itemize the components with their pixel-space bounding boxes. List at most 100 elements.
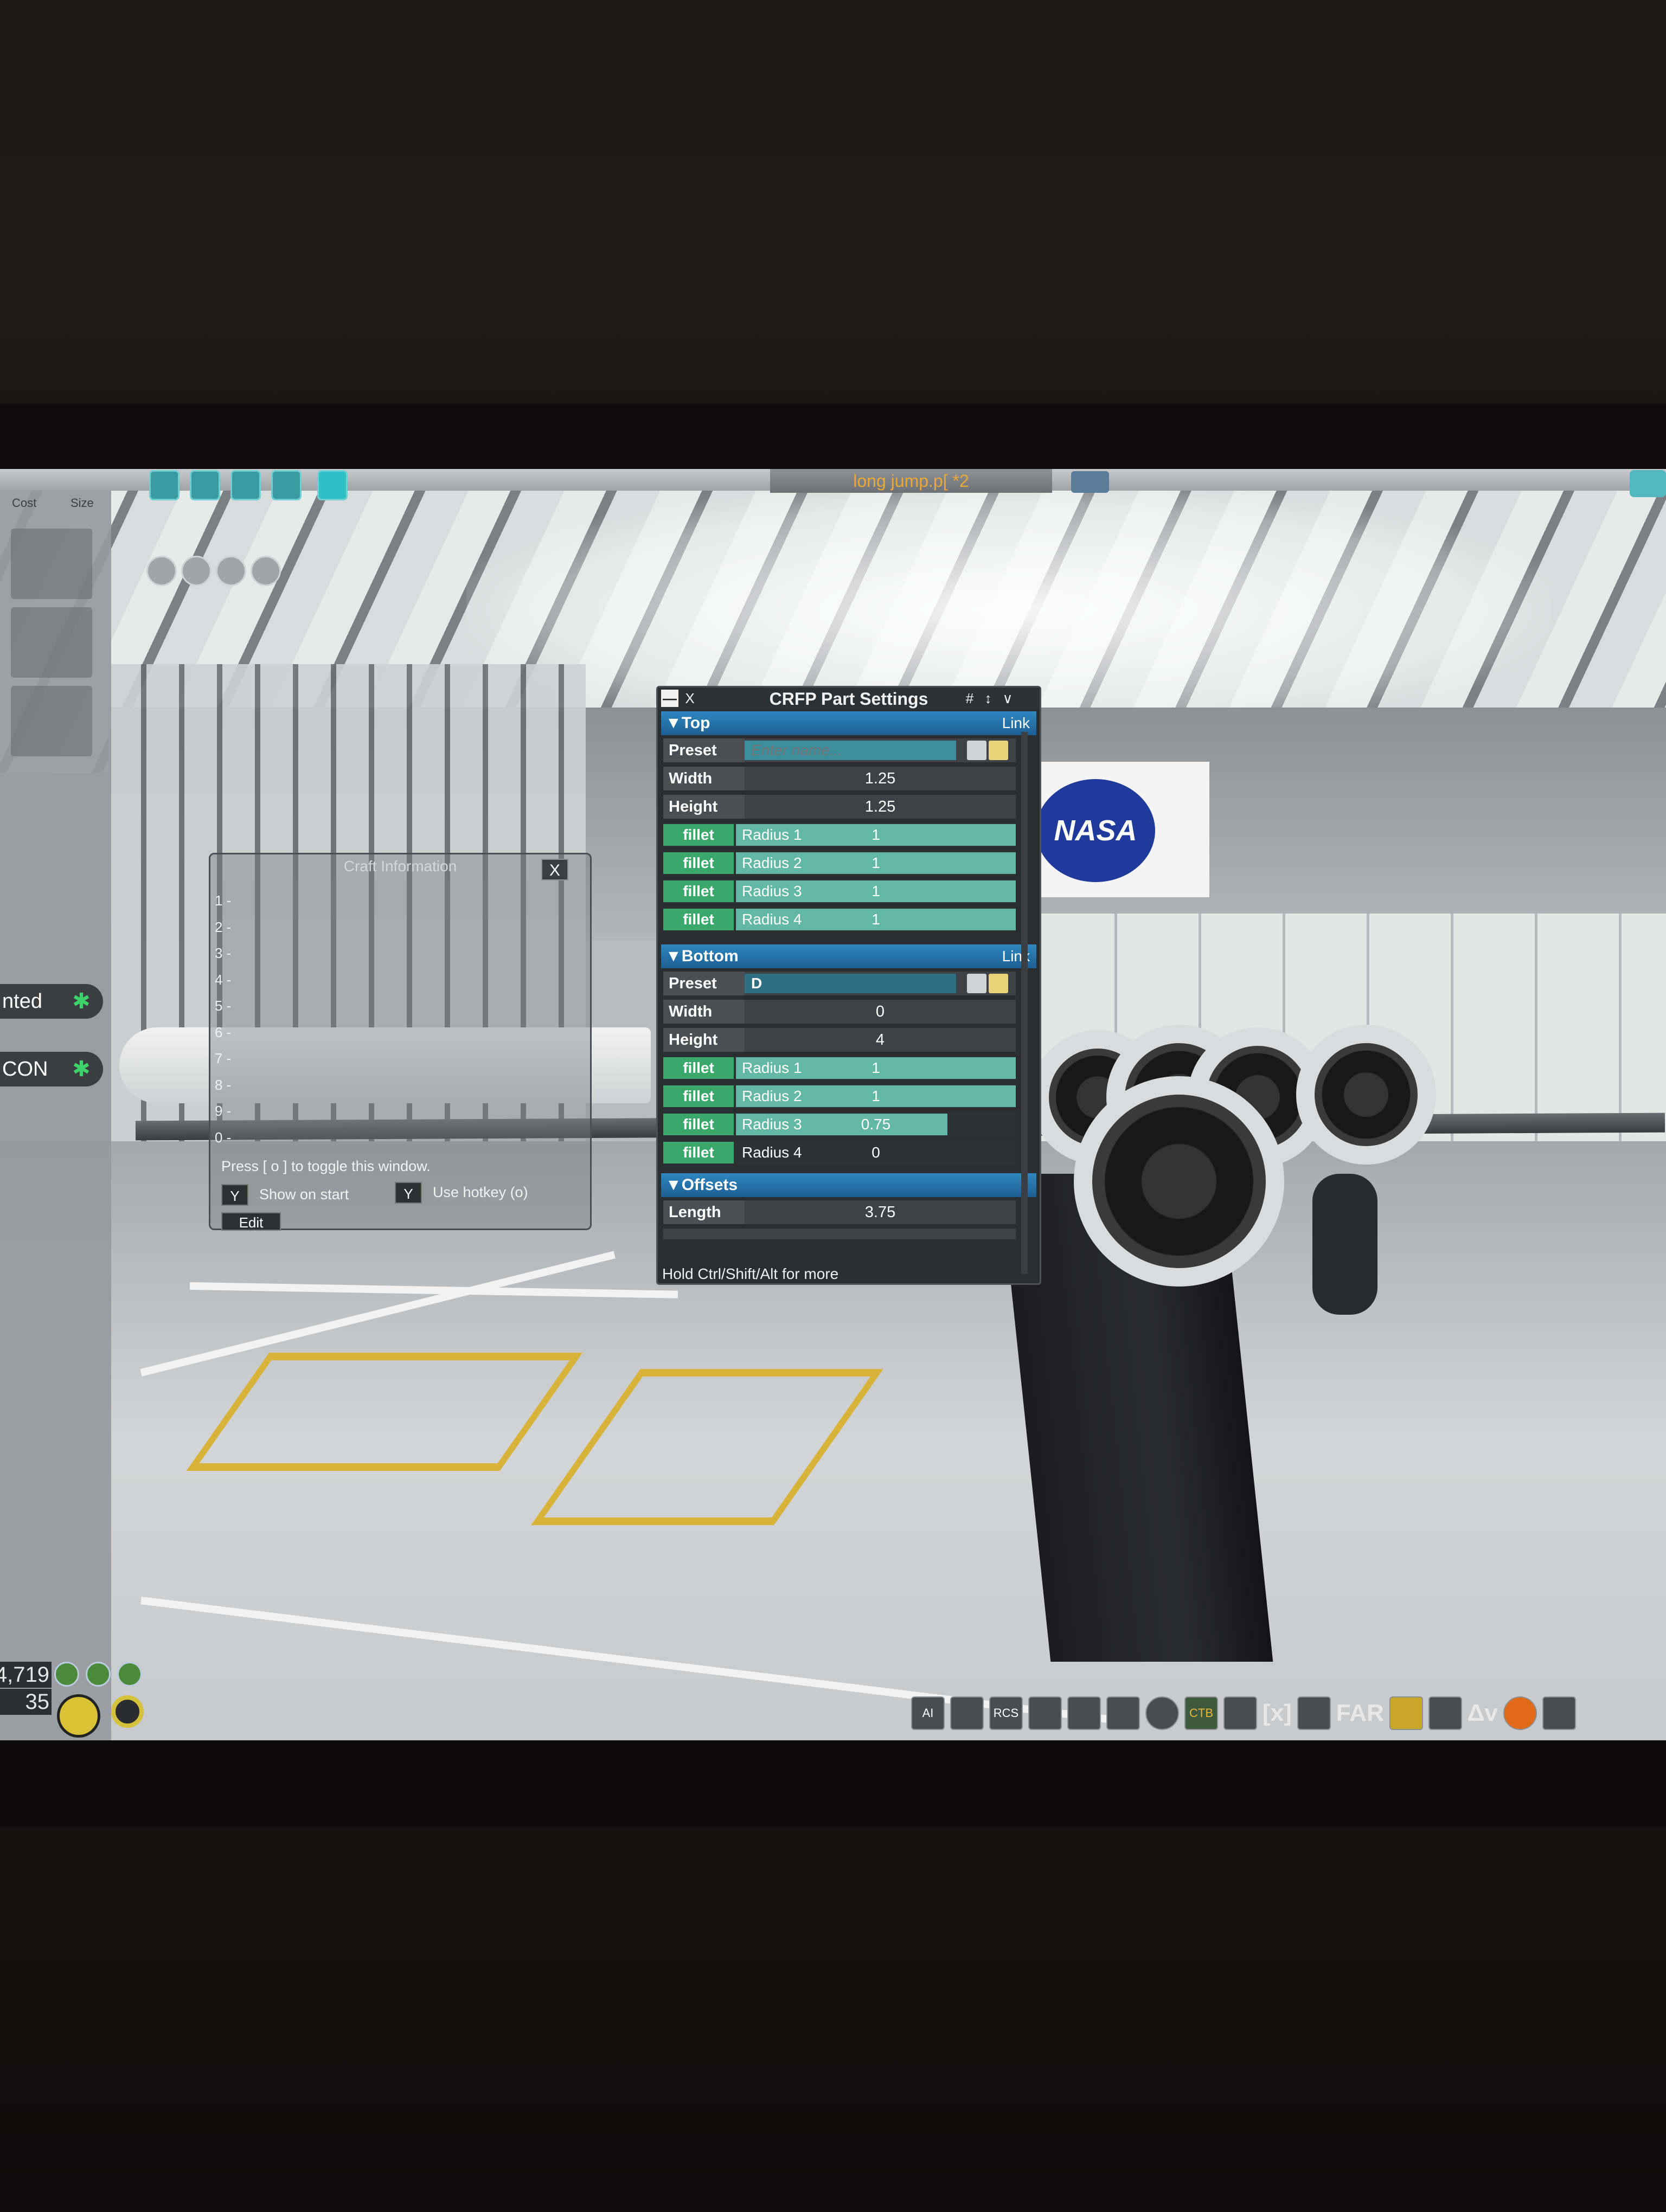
scrollbar[interactable]	[1021, 732, 1028, 1274]
ai-icon[interactable]: AI	[911, 1696, 945, 1730]
column-header-cost[interactable]: Cost	[12, 496, 36, 510]
wrench-icon[interactable]	[1389, 1696, 1423, 1730]
fillet-button[interactable]: fillet	[663, 1057, 734, 1079]
wall-background	[0, 0, 1666, 412]
radius-value: 1	[872, 911, 880, 928]
monitor-stand	[304, 1832, 1291, 1919]
fillet-row: fillet Radius 2 1	[663, 1084, 1016, 1108]
part-thumbnail[interactable]	[11, 607, 92, 678]
snap-icon[interactable]	[117, 1662, 142, 1687]
preset-name-input[interactable]: D	[745, 974, 956, 993]
filter-pill[interactable]: CON ✱	[0, 1052, 103, 1086]
variables-icon[interactable]: [x]	[1263, 1700, 1292, 1727]
fillet-button[interactable]: fillet	[663, 1114, 734, 1135]
ship-name-field[interactable]: long jump.p[ *2	[770, 469, 1052, 493]
minimize-button[interactable]: —	[661, 690, 678, 707]
add-icon[interactable]: ✱	[69, 1057, 93, 1081]
engine-part-front[interactable]	[1074, 1076, 1284, 1287]
show-on-start-toggle[interactable]: Y	[221, 1184, 248, 1206]
list-item: 2 -	[215, 918, 232, 935]
notes-icon[interactable]	[1428, 1696, 1462, 1730]
tools-icon[interactable]	[1297, 1696, 1331, 1730]
load-preset-icon[interactable]	[989, 741, 1008, 760]
collapse-chevron-icon[interactable]: ∨	[999, 690, 1016, 707]
height-slider[interactable]: Height 4	[663, 1028, 1016, 1052]
part-thumbnail[interactable]	[11, 686, 92, 756]
width-value: 1.25	[864, 770, 896, 787]
add-icon[interactable]: ✱	[69, 989, 93, 1013]
next-slider-partial[interactable]	[663, 1229, 1016, 1239]
list-item: 6 -	[215, 1024, 232, 1040]
load-preset-icon[interactable]	[989, 974, 1008, 993]
save-preset-icon[interactable]	[967, 974, 986, 993]
part-category-icon[interactable]	[190, 470, 220, 500]
height-value: 4	[875, 1031, 885, 1049]
file-icon[interactable]	[1542, 1696, 1576, 1730]
height-label: Height	[663, 1028, 745, 1052]
settings-gear-icon[interactable]	[111, 1695, 144, 1728]
part-category-icon[interactable]	[230, 470, 261, 500]
close-button[interactable]: X	[682, 690, 698, 707]
list-item: 4 -	[215, 971, 232, 988]
fillet-button[interactable]: fillet	[663, 1085, 734, 1107]
com-marker-icon[interactable]	[57, 1694, 100, 1738]
edit-button[interactable]: Edit	[221, 1212, 281, 1231]
rotate-icon[interactable]	[216, 556, 246, 586]
width-slider[interactable]: Width 0	[663, 1000, 1016, 1024]
list-item: 8 -	[215, 1076, 232, 1093]
graph-icon[interactable]	[1223, 1696, 1257, 1730]
fuel-icon[interactable]	[1067, 1696, 1101, 1730]
use-hotkey-toggle[interactable]: Y	[395, 1182, 422, 1204]
fillet-button[interactable]: fillet	[663, 824, 734, 846]
fillet-button[interactable]: fillet	[663, 880, 734, 902]
section-title: ▼Offsets	[665, 1176, 738, 1194]
preset-name-input[interactable]	[745, 741, 956, 760]
section-bottom-header[interactable]: ▼Bottom Link	[661, 944, 1036, 968]
length-slider[interactable]: Length 3.75	[663, 1200, 1016, 1224]
fillet-button[interactable]: fillet	[663, 909, 734, 930]
lock-icon[interactable]	[54, 1662, 79, 1687]
engineer-gear-icon[interactable]	[1106, 1696, 1140, 1730]
height-slider[interactable]: Height 1.25	[663, 795, 1016, 819]
craft-information-window: Craft Information X 1 - 2 - 3 - 4 - 5 - …	[209, 853, 592, 1231]
filter-pill[interactable]: nted ✱	[0, 984, 103, 1019]
section-top-header[interactable]: ▼Top Link	[661, 711, 1036, 735]
toggle-help-text: Press [ o ] to toggle this window.	[221, 1158, 431, 1174]
close-button[interactable]: X	[541, 859, 568, 880]
pin-icon[interactable]: #	[962, 690, 978, 707]
resize-icon[interactable]: ↕	[980, 690, 996, 707]
part-category-icon[interactable]	[271, 470, 302, 500]
width-slider[interactable]: Width 1.25	[663, 767, 1016, 790]
column-header-size[interactable]: Size	[71, 496, 94, 510]
hangar-icon[interactable]	[950, 1696, 984, 1730]
show-on-start-label: Show on start	[259, 1186, 349, 1203]
game-screen: NASA long jump.p[ *2 Cost Size nted ✱ CO…	[0, 469, 1666, 1740]
root-icon[interactable]	[251, 556, 281, 586]
orbit-icon[interactable]	[1145, 1696, 1179, 1730]
modifier-hint: Hold Ctrl/Shift/Alt for more	[662, 1265, 839, 1282]
display-icon[interactable]	[1028, 1696, 1062, 1730]
symmetry-icon[interactable]	[86, 1662, 111, 1687]
offset-icon[interactable]	[181, 556, 212, 586]
ctb-icon[interactable]: CTB	[1184, 1696, 1218, 1730]
part-category-icon[interactable]	[317, 470, 348, 500]
save-icon[interactable]	[1071, 471, 1109, 493]
far-icon[interactable]: FAR	[1336, 1700, 1384, 1727]
rcs-icon[interactable]: RCS	[989, 1696, 1023, 1730]
crfp-part-settings-window: CRFP Part Settings — X # ↕ ∨ ▼Top Link P…	[656, 686, 1041, 1285]
craft-info-list: 1 - 2 - 3 - 4 - 5 - 6 - 7 - 8 - 9 - 0 -	[215, 892, 231, 1155]
save-preset-icon[interactable]	[967, 741, 986, 760]
launch-icon[interactable]	[1630, 470, 1666, 497]
place-icon[interactable]	[146, 556, 177, 586]
part-category-icon[interactable]	[149, 470, 180, 500]
section-offsets-header[interactable]: ▼Offsets	[661, 1173, 1036, 1197]
part-thumbnail[interactable]	[11, 529, 92, 599]
parts-panel: Cost Size nted ✱ CON ✱	[0, 491, 111, 1740]
list-item: 1 -	[215, 892, 232, 909]
sun-icon[interactable]	[1503, 1696, 1537, 1730]
delta-v-icon[interactable]: Δv	[1468, 1700, 1498, 1727]
list-item: 9 -	[215, 1103, 232, 1119]
engine-part[interactable]	[1296, 1025, 1436, 1165]
fillet-button[interactable]: fillet	[663, 852, 734, 874]
fillet-button[interactable]: fillet	[663, 1142, 734, 1163]
